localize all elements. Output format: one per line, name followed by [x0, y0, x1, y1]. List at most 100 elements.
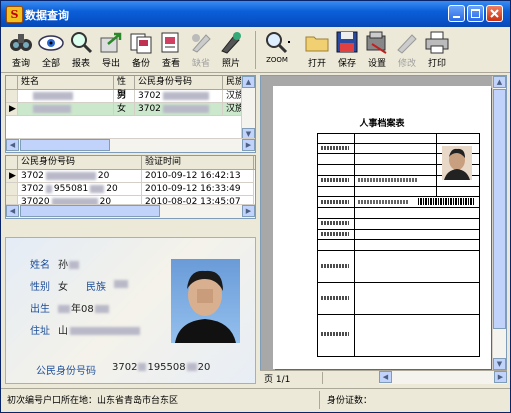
- scroll-left-icon[interactable]: ◀: [6, 205, 19, 217]
- id-number-label: 公民身份号码: [36, 366, 96, 377]
- edit-button[interactable]: 修改: [393, 30, 421, 69]
- report-label: 报表: [71, 59, 90, 69]
- zoom-button[interactable]: ZOOM: [263, 30, 291, 64]
- preview-page-bar: 页 1/1 ◀ ▶: [260, 370, 507, 385]
- verify-grid-header: 公民身份号码 验证时间: [6, 156, 255, 170]
- status-bar: 初次编号户口所在地：山东省青岛市台东区 身份证数：: [1, 388, 510, 412]
- scroll-left-icon[interactable]: ◀: [379, 371, 392, 383]
- id-address-label: 住址: [30, 326, 50, 337]
- toolbar: 查询 全部 报表 导出 备份 查看 缺省 照片 ZOOM 打开 保存 设置 修改…: [1, 28, 510, 73]
- save-button[interactable]: 保存: [333, 30, 361, 69]
- page-hscroll[interactable]: ◀ ▶: [379, 371, 507, 384]
- binoculars-icon: [8, 30, 34, 54]
- col-id[interactable]: 公民身份号码: [18, 156, 142, 169]
- default-button[interactable]: 缺省: [187, 30, 215, 69]
- person-grid[interactable]: 姓名 性别 公民身份号码 民族 男 3702 汉族 ▶ 女 3702 汉族 ▲: [5, 75, 256, 153]
- verify-grid[interactable]: 公民身份号码 验证时间 ▶ 3702 20 2010-09-12 16:42:13…: [5, 155, 256, 219]
- table-row-selected[interactable]: ▶ 女 3702 汉族: [6, 103, 253, 116]
- scroll-right-icon[interactable]: ▶: [242, 205, 255, 217]
- print-preview-panel[interactable]: 人事档案表 ▲ ▼: [260, 75, 507, 384]
- minimize-button[interactable]: [448, 5, 465, 22]
- preview-photo: [442, 146, 472, 180]
- edit-label: 修改: [397, 59, 416, 69]
- preview-page: 人事档案表: [273, 86, 491, 369]
- person-grid-vscroll[interactable]: ▲ ▼: [241, 76, 255, 140]
- col-verify-time[interactable]: 验证时间: [142, 156, 254, 169]
- row-pointer-icon: ▶: [6, 170, 18, 183]
- person-grid-header: 姓名 性别 公民身份号码 民族: [6, 76, 255, 100]
- status-left: 初次编号户口所在地：山东省青岛市台东区: [7, 396, 179, 406]
- query-label: 查询: [11, 59, 30, 69]
- export-icon: [98, 30, 124, 54]
- id-name-value: 孙: [58, 256, 79, 271]
- folder-open-icon: [304, 30, 330, 54]
- scroll-right-icon[interactable]: ▶: [494, 371, 507, 383]
- cell-name: [18, 103, 114, 116]
- print-button[interactable]: 打印: [423, 30, 451, 69]
- photo-icon: [218, 30, 244, 54]
- scroll-up-icon[interactable]: ▲: [493, 76, 506, 88]
- cell-gender: 男: [114, 90, 135, 103]
- settings-label: 设置: [367, 59, 386, 69]
- maximize-icon: [471, 9, 480, 18]
- id-gender-value: 女: [58, 282, 68, 293]
- backup-button[interactable]: 备份: [127, 30, 155, 69]
- query-button[interactable]: 查询: [7, 30, 35, 69]
- id-address-value: 山: [58, 322, 140, 337]
- zoom-label: ZOOM: [266, 56, 288, 64]
- cell-verify-time: 2010-09-12 16:42:13: [142, 170, 254, 183]
- all-label: 全部: [41, 59, 60, 69]
- close-button[interactable]: [486, 5, 503, 22]
- main-window: S 数据查询 查询 全部 报表 导出 备份 查看 缺省 照片 ZOOM 打开 保…: [0, 0, 511, 413]
- verify-grid-hscroll[interactable]: ◀ ▶: [6, 204, 255, 218]
- settings-button[interactable]: 设置: [363, 30, 391, 69]
- export-button[interactable]: 导出: [97, 30, 125, 69]
- photo-button[interactable]: 照片: [217, 30, 245, 69]
- person-grid-hscroll[interactable]: ◀ ▶: [6, 138, 255, 152]
- cell-name: [18, 90, 114, 103]
- id-gender-label: 性别: [30, 282, 50, 293]
- col-id[interactable]: 公民身份号码: [135, 76, 223, 89]
- scroll-thumb[interactable]: [20, 205, 160, 217]
- maximize-button[interactable]: [467, 5, 484, 22]
- cell-id: 3702 955081 20: [18, 183, 142, 196]
- table-row[interactable]: 男 3702 汉族: [6, 90, 253, 103]
- default-icon: [188, 30, 214, 54]
- photo-label: 照片: [221, 59, 240, 69]
- row-pointer-icon: ▶: [6, 103, 18, 116]
- scroll-down-icon[interactable]: ▼: [493, 358, 506, 370]
- status-divider: [319, 391, 320, 409]
- table-row[interactable]: ▶ 3702 20 2010-09-12 16:42:13: [6, 170, 255, 183]
- col-name[interactable]: 姓名: [18, 76, 114, 89]
- table-row[interactable]: 3702 955081 20 2010-09-12 16:33:49: [6, 183, 255, 196]
- zoom-icon: [264, 30, 290, 54]
- id-birth-value: 年08: [58, 300, 109, 315]
- preview-doc-title: 人事档案表: [359, 119, 405, 129]
- edit-icon: [394, 30, 420, 54]
- all-button[interactable]: 全部: [37, 30, 65, 69]
- open-button[interactable]: 打开: [303, 30, 331, 69]
- report-button[interactable]: 报表: [67, 30, 95, 69]
- eye-icon: [38, 30, 64, 54]
- save-label: 保存: [337, 59, 356, 69]
- backup-label: 备份: [131, 59, 150, 69]
- preview-vscroll[interactable]: ▲ ▼: [492, 76, 506, 370]
- floppy-icon: [334, 30, 360, 54]
- print-label: 打印: [427, 59, 446, 69]
- scroll-thumb[interactable]: [20, 139, 110, 151]
- scroll-left-icon[interactable]: ◀: [6, 139, 19, 151]
- view-button[interactable]: 查看: [157, 30, 185, 69]
- id-number-value: 3702 195508 20: [112, 362, 211, 373]
- scroll-right-icon[interactable]: ▶: [242, 139, 255, 151]
- cell-id: 3702: [135, 90, 223, 103]
- id-ethnic-label: 民族: [86, 282, 106, 293]
- window-title: 数据查询: [25, 9, 69, 22]
- scroll-thumb[interactable]: [493, 89, 506, 329]
- default-label: 缺省: [191, 59, 210, 69]
- scroll-up-icon[interactable]: ▲: [242, 76, 255, 88]
- col-gender[interactable]: 性别: [114, 76, 135, 100]
- left-panel: 姓名 性别 公民身份号码 民族 男 3702 汉族 ▶ 女 3702 汉族 ▲: [5, 75, 256, 384]
- page-bar-divider: [322, 372, 323, 384]
- printer-icon: [424, 30, 450, 54]
- magnifier-icon: [68, 30, 94, 54]
